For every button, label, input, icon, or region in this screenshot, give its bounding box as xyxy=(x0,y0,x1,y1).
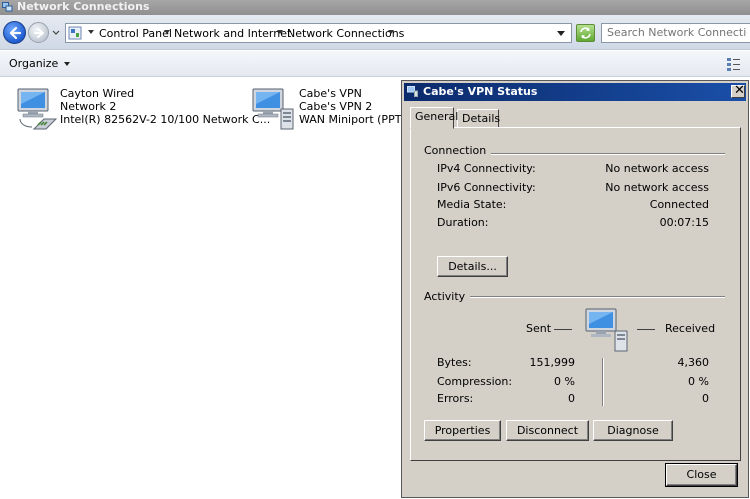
ipv6-label: IPv6 Connectivity: xyxy=(437,181,536,194)
address-bar-row: Control Panel Network and Internet Netwo… xyxy=(0,15,750,50)
back-button[interactable] xyxy=(3,21,26,44)
sent-line xyxy=(554,329,572,330)
bytes-received-value: 4,360 xyxy=(677,356,710,369)
activity-divider xyxy=(602,358,604,406)
organize-label: Organize xyxy=(9,57,59,70)
breadcrumb-separator-icon[interactable] xyxy=(88,30,94,34)
chevron-down-icon xyxy=(64,62,71,66)
activity-computer-icon xyxy=(585,308,628,352)
diagnose-button[interactable]: Diagnose xyxy=(593,420,673,441)
received-label: Received xyxy=(665,322,716,335)
details-button[interactable]: Details... xyxy=(437,256,508,277)
change-view-icon[interactable] xyxy=(726,56,742,72)
connection-network: Cabe's VPN 2 xyxy=(299,100,373,113)
activity-group-label: Activity xyxy=(424,290,471,303)
address-box[interactable]: Control Panel Network and Internet Netwo… xyxy=(65,23,572,43)
breadcrumb-separator-icon[interactable] xyxy=(388,30,394,34)
refresh-icon xyxy=(580,27,591,39)
breadcrumb-control-panel[interactable]: Control Panel xyxy=(99,26,172,41)
group-divider xyxy=(479,153,725,155)
control-panel-icon xyxy=(68,26,82,40)
media-state-value: Connected xyxy=(649,198,709,211)
ipv4-label: IPv4 Connectivity: xyxy=(437,162,536,175)
explorer-title-bar: Network Connections xyxy=(0,0,750,15)
properties-button[interactable]: Properties xyxy=(424,420,501,441)
compression-sent-value: 0 % xyxy=(554,375,575,388)
dialog-title: Cabe's VPN Status xyxy=(423,85,538,98)
errors-received-value: 0 xyxy=(702,392,709,405)
received-line xyxy=(637,329,655,330)
forward-button[interactable] xyxy=(28,22,49,43)
general-tab-panel: Connection IPv4 Connectivity: No network… xyxy=(410,127,741,461)
address-history-dropdown-icon[interactable] xyxy=(557,31,565,36)
compression-label: Compression: xyxy=(437,375,513,388)
arrow-right-icon xyxy=(34,28,44,38)
sent-label: Sent xyxy=(526,322,552,335)
tab-details[interactable]: Details xyxy=(457,109,501,129)
network-icon xyxy=(407,86,418,97)
tab-general-label: General xyxy=(415,110,459,123)
connection-device: WAN Miniport (PPTP) xyxy=(299,113,413,126)
command-toolbar: Organize xyxy=(0,51,750,77)
window-title: Network Connections xyxy=(17,0,150,13)
ipv6-value: No network access xyxy=(605,181,709,194)
connection-name: Cabe's VPN xyxy=(299,87,362,100)
search-box[interactable] xyxy=(601,23,750,43)
media-state-label: Media State: xyxy=(437,198,507,211)
duration-value: 00:07:15 xyxy=(659,216,709,229)
wired-adapter-icon xyxy=(17,88,58,130)
refresh-button[interactable] xyxy=(576,24,595,42)
arrow-left-icon xyxy=(9,26,22,40)
errors-sent-value: 0 xyxy=(568,392,575,405)
breadcrumb-network-connections[interactable]: Network Connections xyxy=(287,26,404,41)
dialog-title-bar[interactable]: Cabe's VPN Status ✕ xyxy=(404,83,746,101)
connection-group-label: Connection xyxy=(424,144,492,157)
bytes-label: Bytes: xyxy=(437,356,472,369)
duration-label: Duration: xyxy=(437,216,489,229)
dialog-close-button[interactable]: ✕ xyxy=(731,83,745,98)
breadcrumb-separator-icon[interactable] xyxy=(277,30,283,34)
tab-general[interactable]: General xyxy=(410,107,458,129)
errors-label: Errors: xyxy=(437,392,474,405)
close-icon: ✕ xyxy=(734,83,745,98)
connection-network: Network 2 xyxy=(60,100,117,113)
search-input[interactable] xyxy=(602,24,747,41)
tab-details-label: Details xyxy=(462,112,501,125)
breadcrumb-network-and-internet[interactable]: Network and Internet xyxy=(174,26,291,41)
close-button[interactable]: Close xyxy=(665,463,738,487)
connection-name: Cayton Wired xyxy=(60,87,135,100)
group-divider xyxy=(467,296,725,298)
recent-pages-dropdown[interactable] xyxy=(51,26,61,38)
vpn-status-dialog: Cabe's VPN Status ✕ General Details Conn… xyxy=(401,80,749,498)
bytes-sent-value: 151,999 xyxy=(529,356,576,369)
organize-button[interactable]: Organize xyxy=(6,55,73,73)
breadcrumb-separator-icon[interactable] xyxy=(164,30,170,34)
connection-device: Intel(R) 82562V-2 10/100 Network C... xyxy=(60,113,271,126)
compression-received-value: 0 % xyxy=(688,375,709,388)
vpn-adapter-icon xyxy=(252,88,294,130)
network-connections-icon xyxy=(2,2,13,12)
disconnect-button[interactable]: Disconnect xyxy=(506,420,589,441)
ipv4-value: No network access xyxy=(605,162,709,175)
